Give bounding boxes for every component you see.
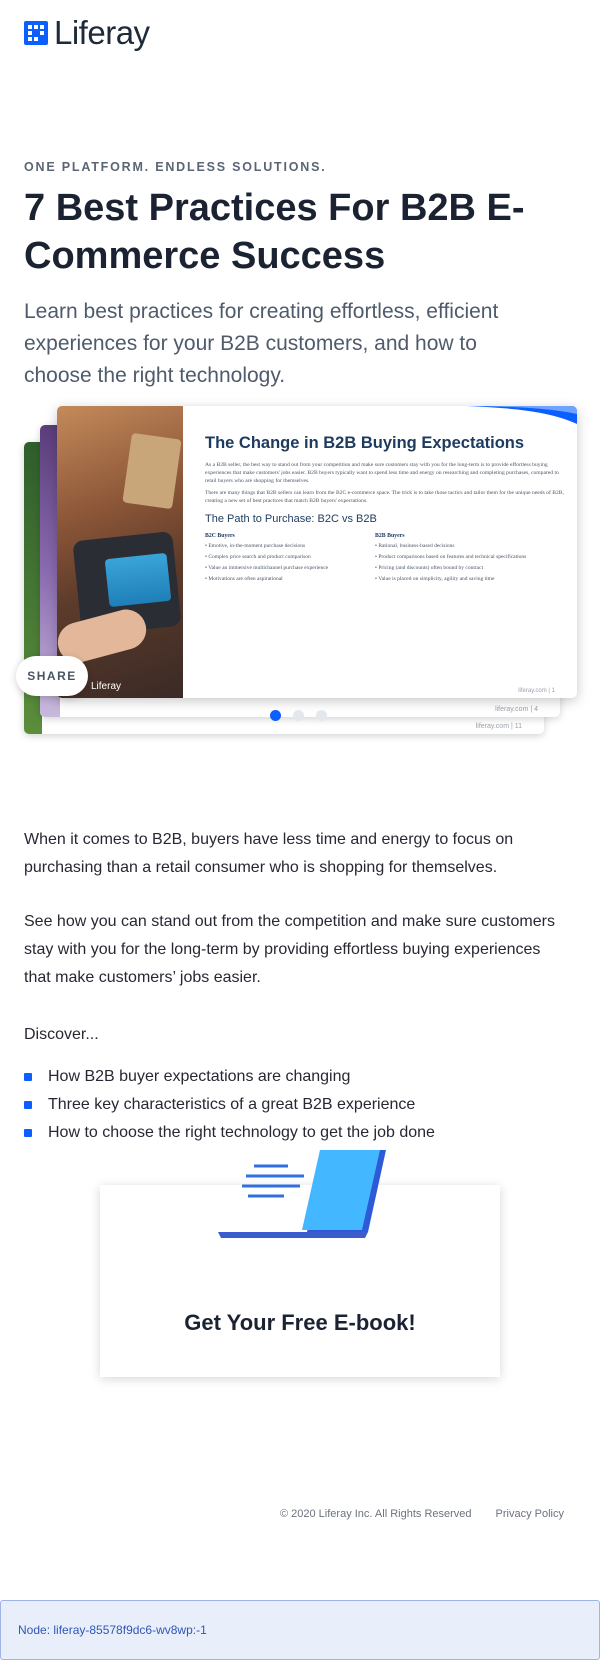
discover-list: How B2B buyer expectations are changing … [24, 1063, 564, 1147]
ebook-preview-carousel[interactable]: liferay.com | 11 liferay.com | 4 Liferay… [0, 400, 600, 745]
list-item: Three key characteristics of a great B2B… [24, 1091, 564, 1119]
logo-wordmark: Liferay [54, 14, 150, 51]
slide-photo-logo: Liferay [91, 681, 122, 692]
list-item: Motivations are often aspirational [205, 576, 365, 583]
get-ebook-button[interactable]: Get Your Free E-book! [100, 1310, 500, 1336]
list-item: Rational, business-based decisions [375, 543, 535, 550]
slide-wave-decoration [467, 406, 577, 424]
b2b-column: B2B Buyers Rational, business-based deci… [375, 533, 535, 587]
slide-page-number: liferay.com | 1 [518, 688, 555, 694]
footer: © 2020 Liferay Inc. All Rights Reserved … [280, 1508, 564, 1520]
slide-page-number: liferay.com | 11 [475, 723, 522, 730]
copyright-text: © 2020 Liferay Inc. All Rights Reserved [279, 1508, 472, 1520]
list-item: Product comparisons based on features an… [375, 554, 535, 561]
list-item: Emotive, in-the-moment purchase decision… [205, 543, 365, 550]
liferay-logo-icon [24, 21, 48, 45]
b2c-column: B2C Buyers Emotive, in-the-moment purcha… [205, 533, 365, 587]
carousel-dot-1[interactable] [270, 710, 281, 721]
page-title: 7 Best Practices For B2B E-Commerce Succ… [24, 187, 525, 277]
value-paragraph: See how you can stand out from the compe… [24, 913, 555, 986]
list-item: Value an immersive multichannel purchase… [205, 565, 365, 572]
column-header: B2C Buyers [205, 533, 235, 539]
list-item: How to choose the right technology to ge… [24, 1119, 564, 1147]
hero-eyebrow: ONE PLATFORM. ENDLESS SOLUTIONS. [24, 160, 327, 174]
share-button[interactable]: SHARE [16, 656, 88, 696]
list-item: Value is placed on simplicity, agility a… [375, 576, 535, 583]
slide-page-number: liferay.com | 4 [495, 706, 538, 713]
bullet-square-icon [24, 1073, 32, 1081]
carousel-slide-1[interactable]: Liferay The Change in B2B Buying Expecta… [57, 406, 577, 698]
comparison-table: B2C Buyers Emotive, in-the-moment purcha… [205, 533, 565, 587]
slide-content: The Change in B2B Buying Expectations As… [205, 434, 565, 587]
slide-photo-payment-terminal: Liferay [57, 406, 183, 698]
list-item: Pricing (and discounts) often bound by c… [375, 565, 535, 572]
slide-title: The Change in B2B Buying Expectations [205, 434, 525, 452]
list-item-label: Three key characteristics of a great B2B… [48, 1096, 416, 1113]
carousel-pagination [270, 710, 327, 721]
node-info-bar: Node: liferay-85578f9dc6-wv8wp:-1 [0, 1600, 600, 1660]
intro-paragraph: When it comes to B2B, buyers have less t… [24, 831, 514, 876]
column-header: B2B Buyers [375, 533, 405, 539]
list-item-label: How B2B buyer expectations are changing [48, 1068, 351, 1085]
list-item: Complex price search and product compari… [205, 554, 365, 561]
list-item: How B2B buyer expectations are changing [24, 1063, 564, 1091]
bullet-square-icon [24, 1129, 32, 1137]
hero-subtitle: Learn best practices for creating effort… [24, 300, 499, 387]
slide-paragraph: There are many things that B2B sellers c… [205, 490, 564, 504]
privacy-policy-link[interactable]: Privacy Policy [496, 1508, 564, 1520]
node-label: Node: liferay-85578f9dc6-wv8wp:-1 [18, 1623, 207, 1637]
slide-subtitle: The Path to Purchase: B2C vs B2B [205, 513, 377, 525]
discover-heading: Discover... [24, 1026, 99, 1043]
bullet-square-icon [24, 1101, 32, 1109]
ebook-laptop-icon [218, 1150, 386, 1238]
slide-paragraph: As a B2B seller, the best way to stand o… [205, 462, 559, 484]
carousel-dot-3[interactable] [316, 710, 327, 721]
liferay-logo[interactable]: Liferay [24, 14, 150, 52]
carousel-dot-2[interactable] [293, 710, 304, 721]
list-item-label: How to choose the right technology to ge… [48, 1124, 435, 1141]
